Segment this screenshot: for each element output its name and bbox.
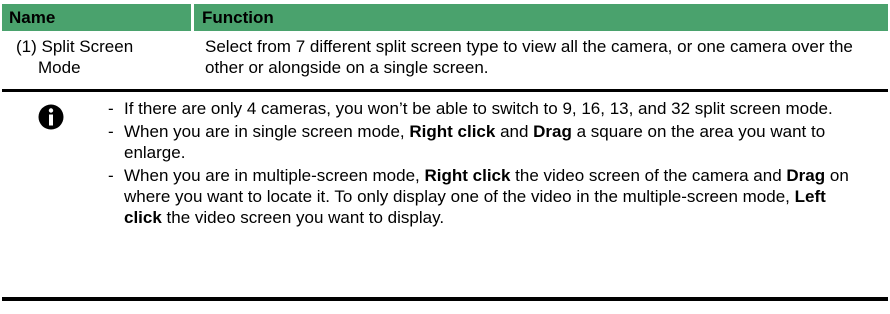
row-name-line2: Mode [38,58,81,77]
note-dash: - [108,166,114,185]
note-text: the video screen you want to display. [161,208,445,227]
table-row: (1) Split Screen Mode Select from 7 diff… [2,31,888,89]
note-emphasis: Drag [533,122,572,141]
note-item: - When you are in single screen mode, Ri… [108,121,868,163]
row-name-line1: (1) Split Screen [16,37,134,56]
note-text: If there are only 4 cameras, you won’t b… [124,99,833,118]
info-icon [38,104,64,130]
note-emphasis: Right click [409,122,496,141]
note-text: When you are in multiple-screen mode, [124,166,425,185]
header-name: Name [2,4,194,31]
note-list: - If there are only 4 cameras, you won’t… [108,98,868,230]
note-text: and [495,122,534,141]
header-function: Function [202,8,274,27]
note-dash: - [108,122,114,141]
function-table: Name Function (1) Split Screen Mode Sele… [2,4,888,301]
table-header: Name Function [2,4,888,31]
note-text: When you are in single screen mode, [124,122,410,141]
note-item: - When you are in multiple-screen mode, … [108,165,868,228]
bottom-rule [2,297,888,301]
note-text: the video screen of the camera and [510,166,787,185]
row-name: (1) Split Screen Mode [2,36,194,89]
note-emphasis: Right click [424,166,511,185]
note-dash: - [108,99,114,118]
note-section: - If there are only 4 cameras, you won’t… [2,92,888,301]
row-function: Select from 7 different split screen typ… [205,37,853,77]
note-item: - If there are only 4 cameras, you won’t… [108,98,868,119]
note-emphasis: Drag [786,166,826,185]
